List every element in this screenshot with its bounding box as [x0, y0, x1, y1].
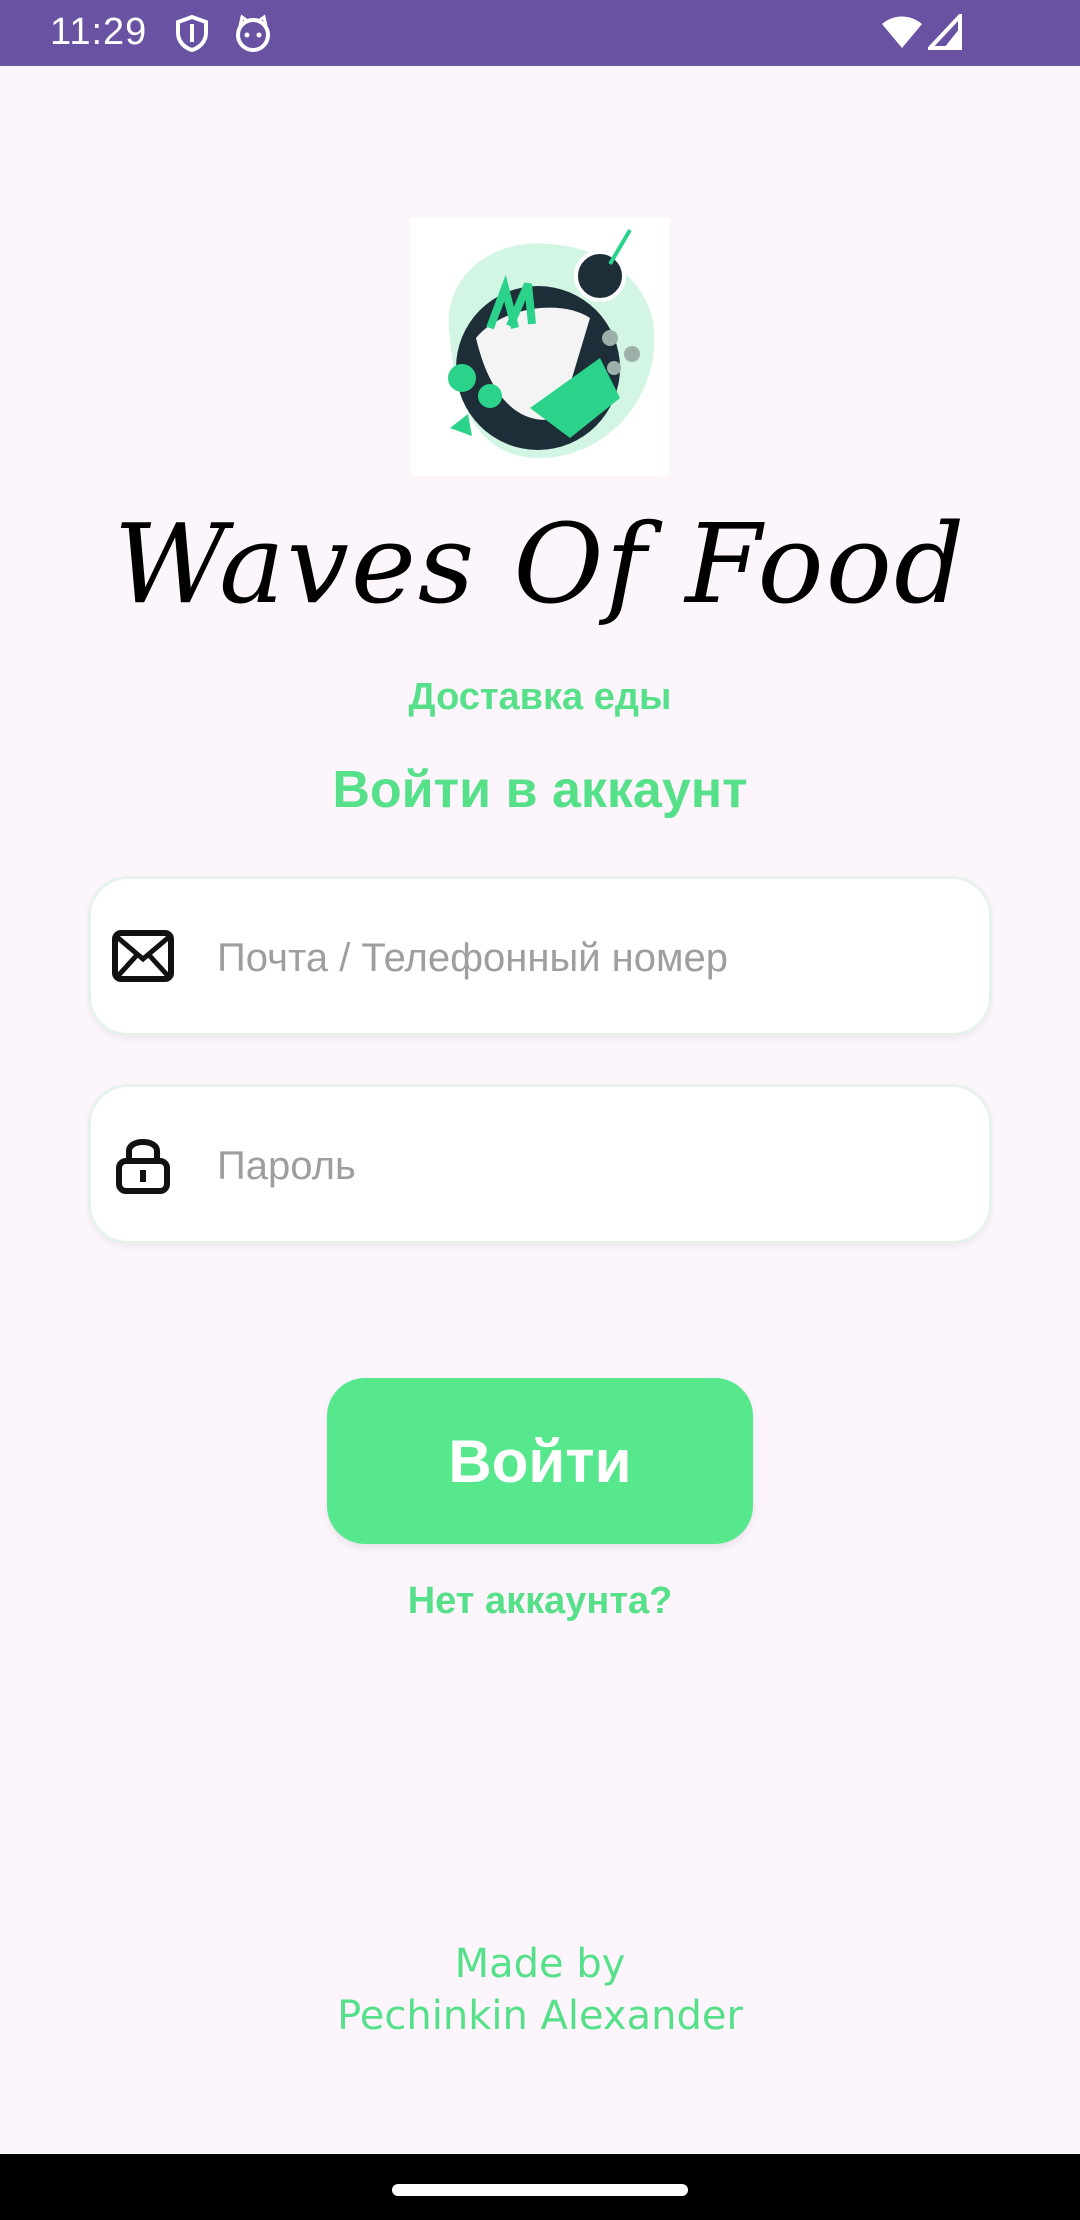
signal-icon: [925, 10, 962, 57]
email-field[interactable]: [88, 876, 992, 1036]
password-field[interactable]: [88, 1084, 992, 1244]
status-time: 11:29: [50, 11, 148, 53]
credits-line-1: Made by: [454, 1941, 626, 1987]
app-logo: [410, 218, 670, 476]
credits-line-2: Pechinkin Alexander: [337, 1993, 743, 2039]
shield-icon: [174, 14, 210, 57]
cat-face-icon: [234, 14, 272, 57]
password-input[interactable]: [215, 1125, 959, 1207]
wifi-icon: [880, 14, 924, 57]
login-button[interactable]: Войти: [327, 1378, 753, 1544]
navigation-bar: [0, 2154, 1080, 2220]
credits: Made by Pechinkin Alexander: [0, 1938, 1080, 2042]
home-handle[interactable]: [392, 2184, 688, 2196]
status-bar: 11:29: [0, 0, 1080, 66]
lock-icon: [111, 1135, 175, 1200]
signup-link[interactable]: Нет аккаунта?: [0, 1580, 1080, 1623]
app-title: Waves Of Food: [113, 500, 967, 628]
envelope-icon: [111, 929, 175, 988]
login-heading: Войти в аккаунт: [332, 761, 748, 819]
email-input[interactable]: [215, 917, 959, 999]
tagline: Доставка еды: [408, 676, 672, 718]
